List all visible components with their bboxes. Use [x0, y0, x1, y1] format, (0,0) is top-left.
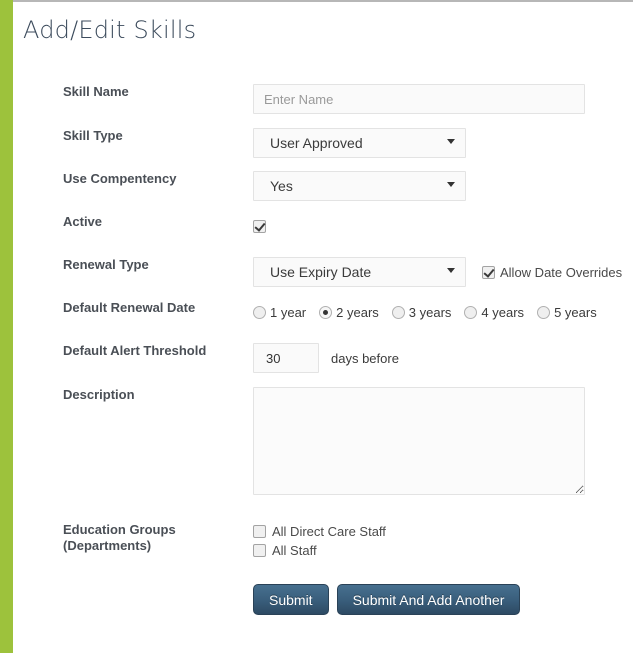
- skill-type-select[interactable]: User Approved: [253, 128, 466, 158]
- renewal-type-select-value[interactable]: Use Expiry Date: [253, 257, 466, 287]
- skill-name-input[interactable]: [253, 84, 585, 114]
- label-description: Description: [13, 387, 253, 403]
- label-skill-type: Skill Type: [13, 128, 253, 144]
- education-group-checkbox-all-direct-care-staff[interactable]: [253, 525, 266, 538]
- radio-label-2-years: 2 years: [336, 305, 379, 320]
- add-edit-skills-form: Skill Name Skill Type User Approved Use …: [13, 84, 633, 615]
- form-row-description: Description: [13, 387, 633, 522]
- field-description: [253, 387, 633, 495]
- action-button-row: Submit Submit And Add Another: [253, 580, 633, 615]
- label-default-alert-threshold: Default Alert Threshold: [13, 343, 253, 359]
- education-group-item-all-direct-care-staff[interactable]: All Direct Care Staff: [253, 524, 633, 539]
- submit-button[interactable]: Submit: [253, 584, 329, 615]
- left-accent-bar: [0, 0, 13, 653]
- radio-input-3-years[interactable]: [392, 306, 405, 319]
- form-row-actions: Submit Submit And Add Another: [13, 580, 633, 615]
- use-compentency-select-value[interactable]: Yes: [253, 171, 466, 201]
- form-row-skill-name: Skill Name: [13, 84, 633, 128]
- education-group-item-all-staff[interactable]: All Staff: [253, 543, 633, 558]
- page-root: Add/Edit Skills Skill Name Skill Type Us…: [0, 0, 633, 653]
- label-default-renewal-date: Default Renewal Date: [13, 300, 253, 316]
- radio-input-4-years[interactable]: [464, 306, 477, 319]
- field-actions: Submit Submit And Add Another: [253, 580, 633, 615]
- form-row-active: Active: [13, 214, 633, 257]
- radio-option-5-years[interactable]: 5 years: [537, 305, 597, 320]
- form-row-use-compentency: Use Compentency Yes: [13, 171, 633, 214]
- field-skill-name: [253, 84, 633, 114]
- label-education-groups-line1: Education Groups: [63, 522, 253, 538]
- label-skill-name: Skill Name: [13, 84, 253, 100]
- active-checkbox[interactable]: [253, 220, 266, 233]
- page-title: Add/Edit Skills: [23, 16, 196, 44]
- default-alert-threshold-input[interactable]: [253, 343, 319, 373]
- submit-and-add-another-button[interactable]: Submit And Add Another: [337, 584, 521, 615]
- field-education-groups: All Direct Care Staff All Staff: [253, 522, 633, 562]
- label-education-groups-line2: (Departments): [63, 538, 253, 554]
- radio-label-1-year: 1 year: [270, 305, 306, 320]
- radio-input-5-years[interactable]: [537, 306, 550, 319]
- label-use-compentency: Use Compentency: [13, 171, 253, 187]
- allow-date-overrides-option[interactable]: Allow Date Overrides: [482, 265, 622, 280]
- field-active: [253, 214, 633, 236]
- radio-option-1-year[interactable]: 1 year: [253, 305, 306, 320]
- education-group-label-all-staff: All Staff: [272, 543, 317, 558]
- allow-date-overrides-label: Allow Date Overrides: [500, 265, 622, 280]
- label-education-groups: Education Groups (Departments): [13, 522, 253, 555]
- skill-type-select-value[interactable]: User Approved: [253, 128, 466, 158]
- field-renewal-type: Use Expiry Date Allow Date Overrides: [253, 257, 633, 287]
- renewal-type-select[interactable]: Use Expiry Date: [253, 257, 466, 287]
- form-row-renewal-type: Renewal Type Use Expiry Date Allow Date …: [13, 257, 633, 300]
- allow-date-overrides-checkbox[interactable]: [482, 266, 495, 279]
- radio-input-1-year[interactable]: [253, 306, 266, 319]
- form-row-skill-type: Skill Type User Approved: [13, 128, 633, 171]
- default-alert-threshold-suffix: days before: [331, 351, 399, 366]
- radio-label-4-years: 4 years: [481, 305, 524, 320]
- label-active: Active: [13, 214, 253, 230]
- form-row-default-alert-threshold: Default Alert Threshold days before: [13, 343, 633, 387]
- radio-label-3-years: 3 years: [409, 305, 452, 320]
- radio-option-4-years[interactable]: 4 years: [464, 305, 524, 320]
- field-skill-type: User Approved: [253, 128, 633, 163]
- radio-option-2-years[interactable]: 2 years: [319, 305, 379, 320]
- field-default-renewal-date: 1 year 2 years 3 years 4 years: [253, 300, 633, 320]
- content-panel: Add/Edit Skills Skill Name Skill Type Us…: [13, 0, 633, 653]
- education-groups-list: All Direct Care Staff All Staff: [253, 522, 633, 558]
- description-textarea[interactable]: [253, 387, 585, 495]
- education-group-label-all-direct-care-staff: All Direct Care Staff: [272, 524, 386, 539]
- field-default-alert-threshold: days before: [253, 343, 633, 373]
- default-renewal-date-radio-group: 1 year 2 years 3 years 4 years: [253, 300, 633, 320]
- form-row-education-groups: Education Groups (Departments) All Direc…: [13, 522, 633, 580]
- form-row-default-renewal-date: Default Renewal Date 1 year 2 years: [13, 300, 633, 343]
- education-group-checkbox-all-staff[interactable]: [253, 544, 266, 557]
- field-use-compentency: Yes: [253, 171, 633, 206]
- radio-input-2-years[interactable]: [319, 306, 332, 319]
- radio-label-5-years: 5 years: [554, 305, 597, 320]
- use-compentency-select[interactable]: Yes: [253, 171, 466, 201]
- label-renewal-type: Renewal Type: [13, 257, 253, 273]
- radio-option-3-years[interactable]: 3 years: [392, 305, 452, 320]
